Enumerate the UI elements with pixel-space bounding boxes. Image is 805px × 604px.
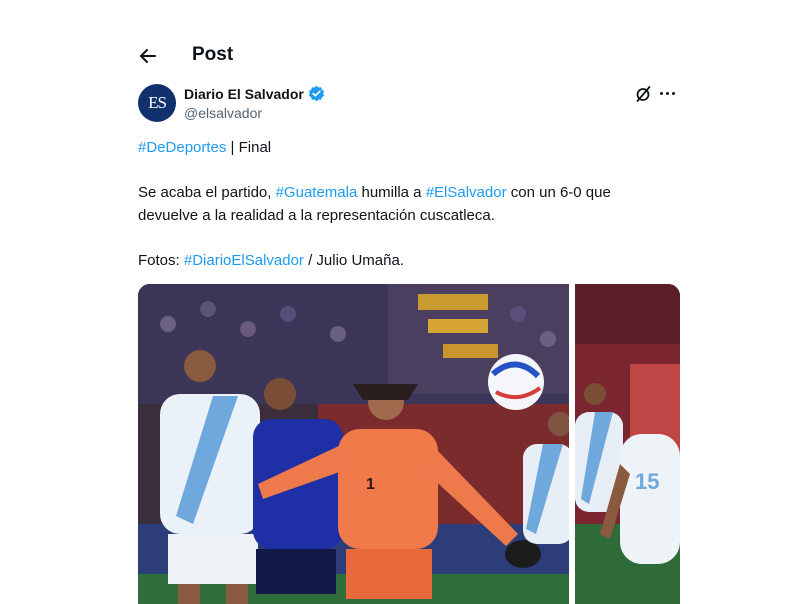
tweet-line-4: Fotos: #DiarioElSalvador / Julio Umaña. <box>138 249 683 272</box>
tweet-text-segment: con un 6-0 que <box>506 184 611 201</box>
more-horizontal-icon <box>659 91 663 95</box>
hashtag-link[interactable]: #DiarioElSalvador <box>184 252 304 269</box>
back-button[interactable] <box>138 46 158 66</box>
tweet-text-segment: | Final <box>226 139 272 156</box>
photo-1[interactable]: 1 <box>138 284 569 604</box>
author-name-line: Diario El Salvador <box>184 85 325 102</box>
author-row: ES Diario El Salvador @elsalvador <box>138 84 680 124</box>
page-title: Post <box>192 44 234 65</box>
tweet-text-segment: humilla a <box>357 184 426 201</box>
tweet-line-1: #DeDeportes | Final <box>138 136 683 159</box>
photo-2[interactable]: 15 <box>575 284 680 604</box>
tweet-line-3: devuelve a la realidad a la representaci… <box>138 207 495 224</box>
post-header: Post <box>138 42 233 70</box>
author-handle[interactable]: @elsalvador <box>184 105 262 121</box>
verified-badge-icon[interactable] <box>308 85 325 102</box>
media-gallery: 1 15 <box>138 284 680 604</box>
arrow-left-icon <box>140 49 156 63</box>
grok-icon[interactable] <box>634 85 652 103</box>
avatar[interactable]: ES <box>138 84 176 122</box>
more-options-button[interactable] <box>656 84 678 102</box>
svg-text:15: 15 <box>635 469 659 494</box>
tweet-text-segment: / Julio Umaña. <box>303 252 404 269</box>
svg-text:1: 1 <box>366 476 375 493</box>
tweet-line-2: Se acaba el partido, #Guatemala humilla … <box>138 181 683 204</box>
tweet-text: #DeDeportes | Final Se acaba el partido,… <box>138 136 683 272</box>
more-horizontal-icon <box>671 91 675 95</box>
hashtag-link[interactable]: #DeDeportes <box>138 139 226 156</box>
more-horizontal-icon <box>665 91 669 95</box>
tweet-text-segment: Se acaba el partido, <box>138 184 276 201</box>
tweet-text-segment: Fotos: <box>138 252 184 269</box>
football-match-photo: 15 <box>575 284 680 604</box>
hashtag-link[interactable]: #Guatemala <box>276 184 358 201</box>
author-name[interactable]: Diario El Salvador <box>184 86 304 102</box>
football-match-photo: 1 <box>138 284 569 604</box>
hashtag-link[interactable]: #ElSalvador <box>426 184 507 201</box>
